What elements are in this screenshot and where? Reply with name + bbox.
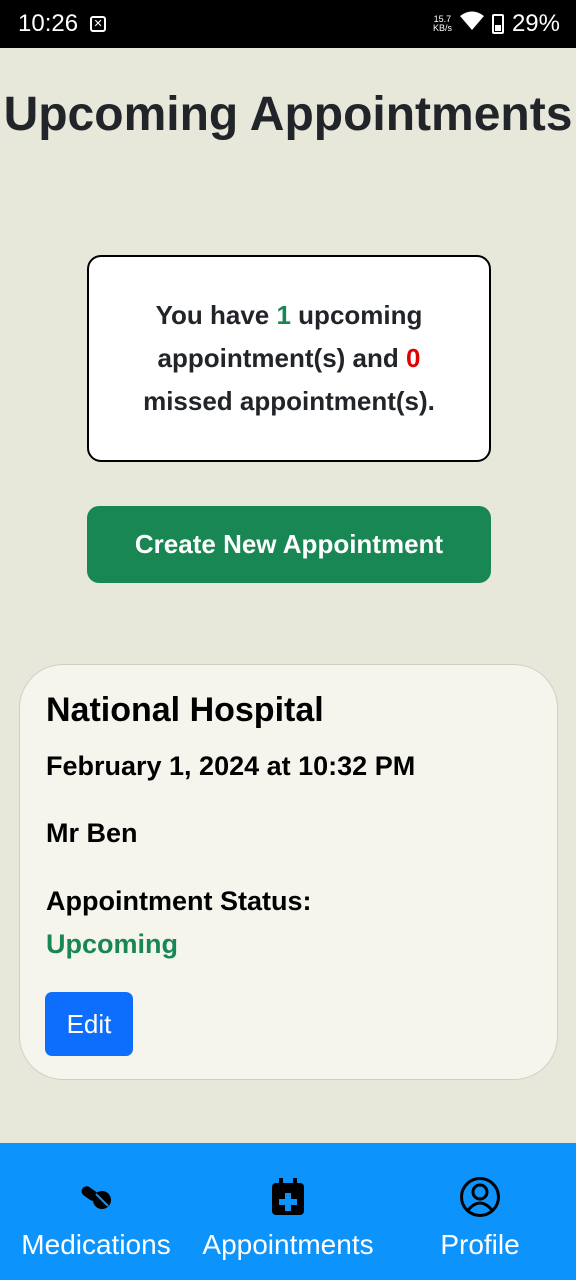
battery-icon [491,14,504,34]
status-time: 10:26 [18,10,79,37]
edit-appointment-button[interactable]: Edit [45,992,133,1056]
appointment-location: National Hospital [46,691,324,729]
summary-suffix: missed appointment(s). [143,386,435,416]
appointment-status-value: Upcoming [46,929,178,959]
create-appointment-button[interactable]: Create New Appointment [87,506,491,583]
wifi-icon [459,10,484,38]
nav-item-appointments[interactable]: Appointments [192,1143,384,1261]
nav-item-profile[interactable]: Profile [384,1143,576,1261]
bottom-nav: Medications Appointments Profile [0,1143,576,1280]
nav-label-appointments: Appointments [202,1229,374,1260]
status-left: 10:26 ✕ [18,10,107,38]
battery-level: 29% [511,10,560,37]
pills-icon [74,1175,118,1219]
user-circle-icon [458,1175,502,1219]
calendar-plus-icon [266,1175,310,1219]
appointment-card: National Hospital February 1, 2024 at 10… [19,664,558,1080]
page-title: Upcoming Appointments [3,88,573,141]
appointment-datetime: February 1, 2024 at 10:32 PM [46,751,416,781]
status-right: 15.7 KB/s 29% [433,10,560,38]
summary-prefix: You have [155,300,277,330]
appointment-doctor: Mr Ben [46,818,138,848]
notification-icon: ✕ [90,16,107,32]
missed-count: 0 [405,343,421,373]
nav-label-medications: Medications [21,1229,171,1260]
status-bar: 10:26 ✕ 15.7 KB/s 29% [0,0,576,48]
net-speed-unit: KB/s [432,23,452,33]
appointment-summary: You have 1 upcoming appointment(s) and 0… [87,255,491,462]
upcoming-count: 1 [276,300,291,330]
appointment-status-label: Appointment Status: [46,886,312,916]
summary-text: You have 1 upcoming appointment(s) and 0… [115,294,463,423]
nav-item-medications[interactable]: Medications [0,1143,192,1261]
nav-label-profile: Profile [440,1229,520,1260]
net-speed: 15.7 KB/s [433,15,452,33]
